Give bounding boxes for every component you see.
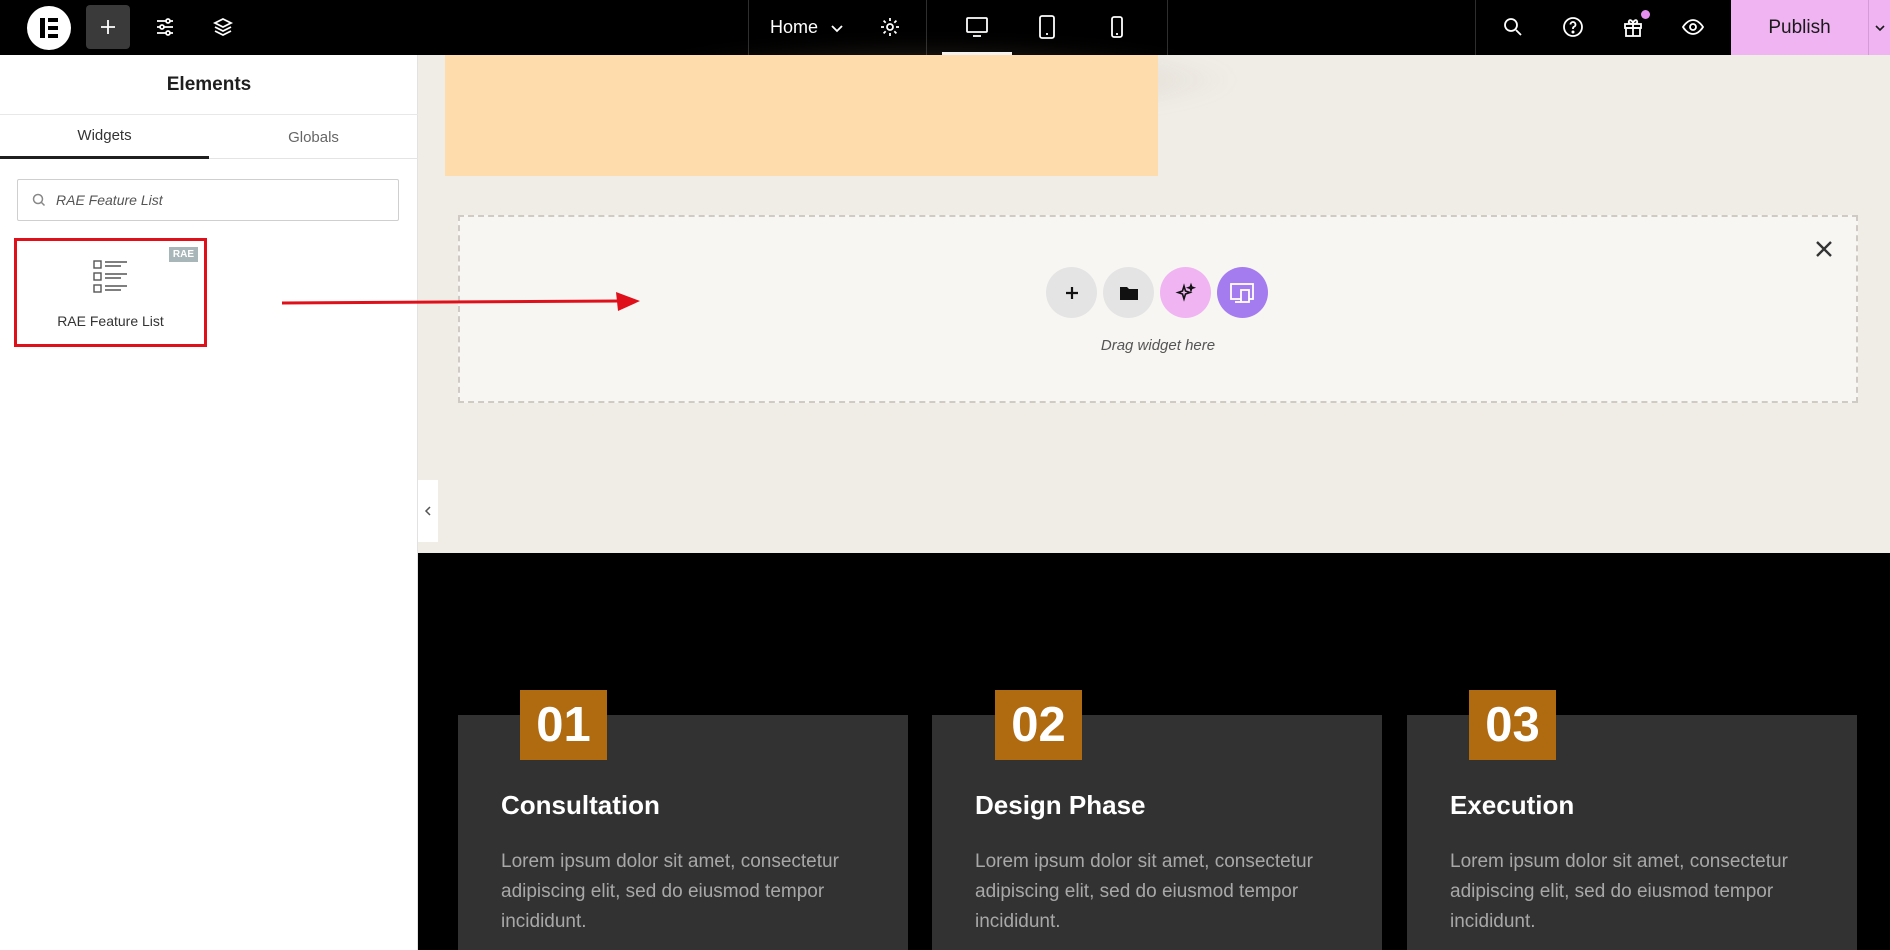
search-button[interactable]	[1491, 5, 1535, 49]
layers-icon	[212, 17, 234, 37]
drop-zone-hint: Drag widget here	[1100, 337, 1216, 354]
drop-zone[interactable]: Drag widget here	[458, 215, 1858, 403]
panel-tabs: Widgets Globals	[0, 115, 418, 159]
rae-badge: RAE	[168, 247, 198, 262]
close-icon	[1816, 241, 1832, 257]
add-section-button[interactable]	[1046, 267, 1097, 318]
chevron-left-icon	[424, 506, 431, 516]
help-button[interactable]	[1551, 5, 1595, 49]
widget-search	[17, 179, 399, 221]
sliders-icon	[157, 18, 173, 36]
mobile-icon	[1111, 16, 1123, 38]
feature-text: Lorem ipsum dolor sit amet, consectetur …	[1450, 851, 1788, 932]
structure-button[interactable]	[201, 5, 245, 49]
desktop-icon	[966, 17, 988, 37]
gift-icon	[1624, 19, 1642, 37]
hero-image-block	[445, 55, 1158, 176]
ai-generate-button[interactable]	[1160, 267, 1211, 318]
chevron-down-icon	[831, 24, 843, 32]
tab-globals[interactable]: Globals	[209, 115, 418, 159]
feature-text: Lorem ipsum dolor sit amet, consectetur …	[975, 851, 1313, 932]
feature-text: Lorem ipsum dolor sit amet, consectetur …	[501, 851, 839, 932]
feature-title: Design Phase	[975, 790, 1146, 820]
widget-label: RAE Feature List	[57, 313, 164, 329]
add-element-button[interactable]	[86, 5, 130, 49]
publish-button[interactable]: Publish	[1731, 0, 1868, 55]
sparkles-icon	[1174, 282, 1196, 302]
feature-number: 02	[995, 690, 1082, 760]
plus-icon	[1065, 286, 1078, 299]
search-icon	[1504, 18, 1522, 36]
tablet-icon	[1039, 15, 1055, 39]
site-settings-button[interactable]	[143, 5, 187, 49]
collapse-panel-button[interactable]	[418, 480, 438, 542]
elements-panel: Elements Widgets Globals RAE RAE Feature…	[0, 55, 418, 950]
search-icon	[32, 193, 46, 207]
publish-options-button[interactable]	[1868, 0, 1890, 55]
elementor-logo-icon[interactable]	[27, 6, 71, 50]
feature-list-icon	[93, 260, 127, 293]
feature-title: Consultation	[501, 790, 660, 820]
preview-button[interactable]	[1671, 5, 1715, 49]
feature-number: 01	[520, 690, 607, 760]
close-drop-zone-button[interactable]	[1814, 239, 1834, 264]
page-name: Home	[770, 17, 819, 37]
eye-icon	[1681, 19, 1705, 35]
search-input[interactable]	[56, 192, 376, 208]
tab-widgets[interactable]: Widgets	[0, 115, 209, 159]
responsive-icon	[1229, 282, 1254, 303]
add-template-button[interactable]	[1103, 267, 1154, 318]
gear-icon	[881, 18, 899, 36]
widget-rae-feature-list[interactable]: RAE RAE Feature List	[14, 238, 207, 347]
panel-title: Elements	[0, 55, 418, 115]
folder-icon	[1119, 286, 1138, 300]
plus-icon	[101, 20, 115, 34]
arrow-annotation	[281, 292, 640, 311]
website-kit-button[interactable]	[1217, 267, 1268, 318]
feature-title: Execution	[1450, 790, 1575, 820]
feature-number: 03	[1469, 690, 1556, 760]
chevron-down-icon	[1874, 24, 1885, 31]
help-icon	[1563, 17, 1583, 37]
